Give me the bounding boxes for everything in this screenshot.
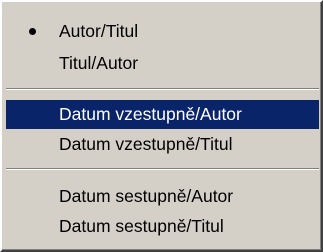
menu-item-label: Autor/Titul <box>59 21 139 41</box>
menu-item-datum-vzestupne-titul[interactable]: Datum vzestupně/Titul <box>6 130 319 159</box>
radio-bullet-icon <box>29 28 36 35</box>
menu-item-datum-vzestupne-autor[interactable]: Datum vzestupně/Autor <box>6 100 319 129</box>
menu-item-datum-sestupne-titul[interactable]: Datum sestupně/Titul <box>6 212 319 241</box>
menu-item-label: Datum sestupně/Autor <box>59 186 234 206</box>
menu-item-datum-sestupne-autor[interactable]: Datum sestupně/Autor <box>6 182 319 211</box>
menu-item-label: Titul/Autor <box>59 53 139 73</box>
menu-item-label: Datum sestupně/Titul <box>59 216 224 236</box>
menu-separator <box>6 88 319 90</box>
menu-item-titul-autor[interactable]: Titul/Autor <box>6 49 319 78</box>
sort-context-menu: Autor/Titul Titul/Autor Datum vzestupně/… <box>0 0 323 252</box>
menu-separator <box>6 168 319 170</box>
menu-item-autor-titul[interactable]: Autor/Titul <box>6 17 319 46</box>
menu-item-label: Datum vzestupně/Titul <box>59 134 233 154</box>
menu-item-label: Datum vzestupně/Autor <box>59 104 242 124</box>
